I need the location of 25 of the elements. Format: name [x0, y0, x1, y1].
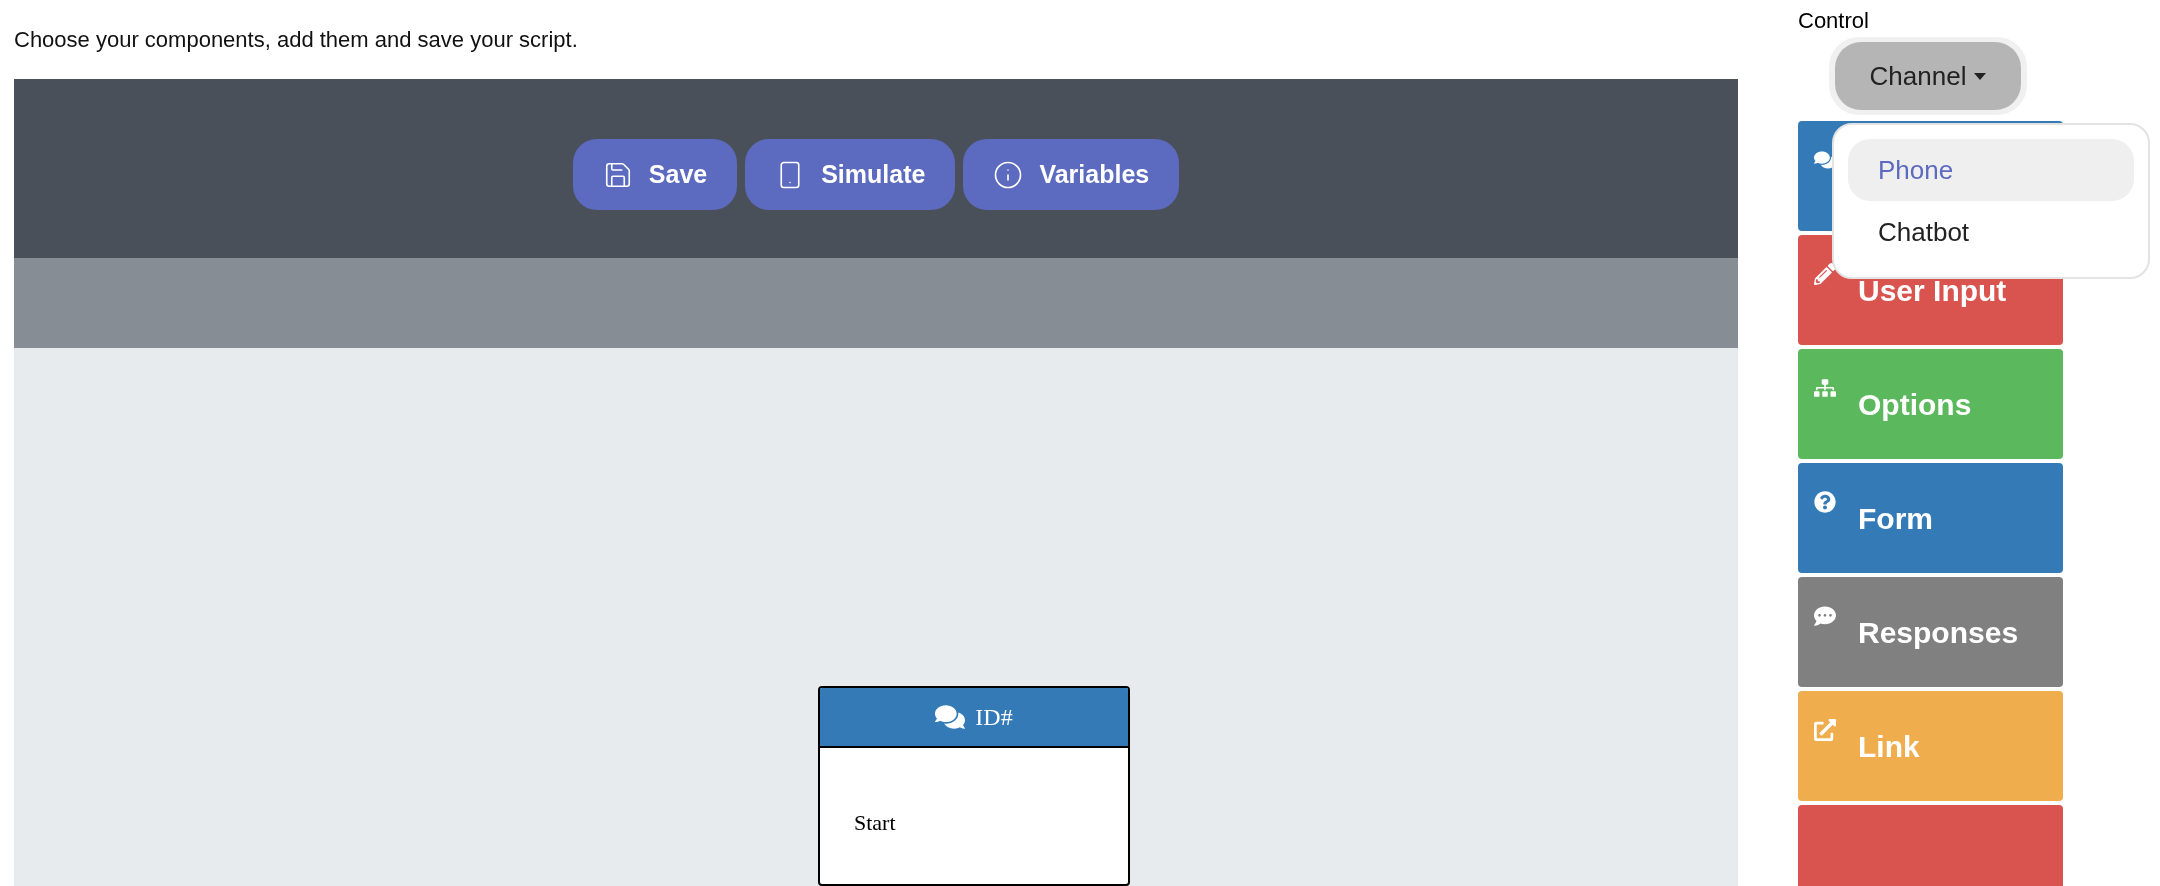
variables-button[interactable]: Variables	[963, 139, 1180, 211]
node-title: ID#	[975, 703, 1013, 732]
channel-dropdown[interactable]: Channel	[1835, 42, 2021, 110]
menu-item[interactable]: Phone	[1848, 139, 2134, 201]
external-link-icon	[1814, 719, 1836, 741]
component-label: Options	[1858, 386, 1972, 423]
simulate-button[interactable]: Simulate	[745, 139, 956, 211]
component-tile[interactable]: Options	[1798, 349, 2063, 459]
component-label: User Input	[1858, 272, 2007, 309]
component-label: Link	[1858, 728, 1920, 765]
speech-bubble-icon	[1814, 605, 1836, 627]
save-button[interactable]: Save	[572, 139, 738, 211]
instructions-text: Choose your components, add them and save your script.	[14, 26, 578, 55]
component-tile[interactable]	[1798, 805, 2063, 886]
flow-node[interactable]: ID# Start	[818, 686, 1130, 886]
node-text: Start	[854, 810, 896, 835]
caret-icon	[1974, 72, 1987, 80]
info-icon	[993, 159, 1024, 190]
control-title: Control	[1798, 7, 1869, 35]
component-label: Responses	[1858, 614, 2019, 651]
hierarchy-icon	[1814, 377, 1836, 399]
component-tile[interactable]: Form	[1798, 463, 2063, 573]
component-label: Form	[1858, 500, 1933, 537]
component-tile[interactable]: Responses	[1798, 577, 2063, 687]
speech-bubbles-icon	[935, 702, 966, 732]
